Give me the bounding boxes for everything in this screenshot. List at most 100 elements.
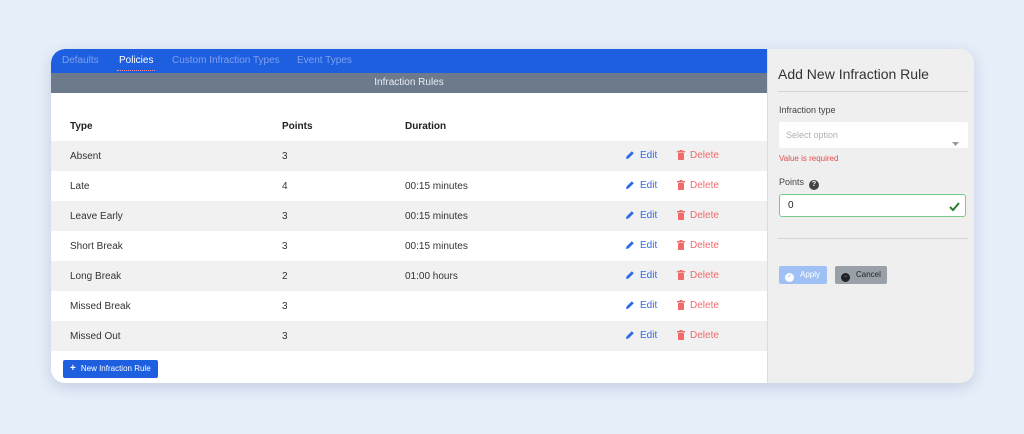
pencil-icon xyxy=(625,150,640,161)
delete-label: Delete xyxy=(690,270,719,281)
delete-label: Delete xyxy=(690,150,719,161)
divider xyxy=(778,91,968,92)
delete-button[interactable]: Delete xyxy=(677,330,719,341)
edit-label: Edit xyxy=(640,270,658,281)
apply-button[interactable]: ✓ Apply xyxy=(779,266,827,284)
plus-icon: + xyxy=(70,363,76,374)
tab-bar: Defaults Policies Custom Infraction Type… xyxy=(51,49,767,73)
pencil-icon xyxy=(625,300,640,311)
edit-label: Edit xyxy=(640,180,658,191)
rules-pane: Defaults Policies Custom Infraction Type… xyxy=(51,49,767,383)
trash-icon xyxy=(677,150,690,161)
delete-label: Delete xyxy=(690,240,719,251)
edit-label: Edit xyxy=(640,210,658,221)
validation-error: Value is required xyxy=(779,154,839,163)
tab-event-types[interactable]: Event Types xyxy=(297,55,352,66)
cell-duration: 00:15 minutes xyxy=(405,241,468,252)
edit-button[interactable]: Edit xyxy=(625,300,657,311)
trash-icon xyxy=(677,210,690,221)
cell-type: Missed Out xyxy=(70,331,121,342)
delete-button[interactable]: Delete xyxy=(677,240,719,251)
question-circle-icon[interactable]: ? xyxy=(809,180,820,190)
divider xyxy=(778,238,968,239)
cell-type: Short Break xyxy=(70,241,123,252)
cell-type: Missed Break xyxy=(70,301,131,312)
infraction-type-label: Infraction type xyxy=(779,105,836,115)
cell-points: 3 xyxy=(282,211,288,222)
cell-type: Absent xyxy=(70,151,102,162)
main-card: Defaults Policies Custom Infraction Type… xyxy=(51,49,974,383)
cancel-label: Cancel xyxy=(856,270,881,279)
table-row: Missed Out 3 Edit Delete xyxy=(51,321,767,351)
cell-points: 3 xyxy=(282,151,288,162)
tab-policies[interactable]: Policies xyxy=(116,55,156,71)
table-row: Late 4 00:15 minutes Edit Delete xyxy=(51,171,767,201)
column-header-points: Points xyxy=(282,121,313,132)
delete-button[interactable]: Delete xyxy=(677,210,719,221)
pencil-icon xyxy=(625,270,640,281)
delete-label: Delete xyxy=(690,210,719,221)
check-icon xyxy=(949,199,960,217)
table-row: Absent 3 Edit Delete xyxy=(51,141,767,171)
edit-label: Edit xyxy=(640,300,658,311)
cell-type: Leave Early xyxy=(70,211,123,222)
points-label: Points xyxy=(779,177,805,187)
pencil-icon xyxy=(625,330,640,341)
cell-duration: 01:00 hours xyxy=(405,271,458,282)
edit-button[interactable]: Edit xyxy=(625,150,657,161)
select-placeholder: Select option xyxy=(786,130,839,140)
tab-custom-infraction-types[interactable]: Custom Infraction Types xyxy=(172,55,280,66)
cancel-button[interactable]: − Cancel xyxy=(835,266,887,284)
chevron-down-icon xyxy=(952,133,959,151)
delete-label: Delete xyxy=(690,330,719,341)
trash-icon xyxy=(677,180,690,191)
edit-label: Edit xyxy=(640,150,658,161)
table-row: Missed Break 3 Edit Delete xyxy=(51,291,767,321)
pencil-icon xyxy=(625,240,640,251)
check-circle-icon: ✓ xyxy=(785,273,794,282)
table-row: Short Break 3 00:15 minutes Edit Delete xyxy=(51,231,767,261)
infraction-type-select[interactable]: Select option xyxy=(779,122,968,148)
cell-duration: 00:15 minutes xyxy=(405,211,468,222)
delete-button[interactable]: Delete xyxy=(677,270,719,281)
cell-points: 3 xyxy=(282,241,288,252)
section-title: Infraction Rules xyxy=(51,73,767,93)
table-row: Leave Early 3 00:15 minutes Edit Delete xyxy=(51,201,767,231)
new-infraction-rule-button[interactable]: + New Infraction Rule xyxy=(63,360,158,378)
points-input[interactable]: 0 xyxy=(779,194,966,217)
cell-duration: 00:15 minutes xyxy=(405,181,468,192)
edit-button[interactable]: Edit xyxy=(625,210,657,221)
panel-title: Add New Infraction Rule xyxy=(778,66,929,82)
new-infraction-rule-label: New Infraction Rule xyxy=(80,364,151,373)
cell-points: 2 xyxy=(282,271,288,282)
cell-points: 4 xyxy=(282,181,288,192)
delete-label: Delete xyxy=(690,180,719,191)
column-header-type: Type xyxy=(70,121,93,132)
trash-icon xyxy=(677,330,690,341)
delete-button[interactable]: Delete xyxy=(677,150,719,161)
delete-button[interactable]: Delete xyxy=(677,180,719,191)
delete-button[interactable]: Delete xyxy=(677,300,719,311)
points-value: 0 xyxy=(788,200,794,211)
trash-icon xyxy=(677,270,690,281)
edit-button[interactable]: Edit xyxy=(625,330,657,341)
pencil-icon xyxy=(625,210,640,221)
delete-label: Delete xyxy=(690,300,719,311)
cell-points: 3 xyxy=(282,301,288,312)
tab-defaults[interactable]: Defaults xyxy=(62,55,99,66)
edit-button[interactable]: Edit xyxy=(625,180,657,191)
cell-type: Long Break xyxy=(70,271,122,282)
add-rule-panel: Add New Infraction Rule Infraction type … xyxy=(767,49,974,383)
points-label-row: Points? xyxy=(779,177,820,190)
cancel-circle-icon: − xyxy=(841,273,850,282)
cell-points: 3 xyxy=(282,331,288,342)
apply-label: Apply xyxy=(800,270,821,279)
edit-button[interactable]: Edit xyxy=(625,240,657,251)
edit-label: Edit xyxy=(640,330,658,341)
edit-label: Edit xyxy=(640,240,658,251)
edit-button[interactable]: Edit xyxy=(625,270,657,281)
trash-icon xyxy=(677,300,690,311)
trash-icon xyxy=(677,240,690,251)
cell-type: Late xyxy=(70,181,90,192)
table-row: Long Break 2 01:00 hours Edit Delete xyxy=(51,261,767,291)
